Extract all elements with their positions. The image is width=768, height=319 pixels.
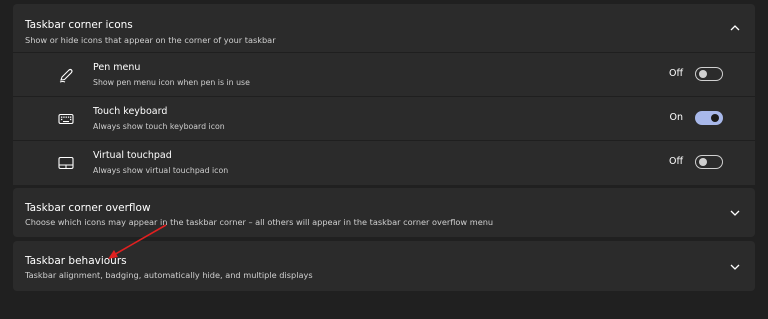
touch-keyboard-toggle[interactable]: [695, 111, 723, 125]
section-title: Taskbar behaviours: [25, 255, 127, 267]
chevron-down-icon[interactable]: [729, 207, 741, 219]
taskbar-corner-icons-header[interactable]: Taskbar corner icons Show or hide icons …: [13, 4, 755, 52]
virtual-touchpad-toggle[interactable]: [695, 155, 723, 169]
toggle-knob: [711, 114, 719, 122]
taskbar-corner-icons-section: Taskbar corner icons Show or hide icons …: [13, 4, 755, 185]
section-subtitle: Show or hide icons that appear on the co…: [25, 35, 276, 45]
touchpad-icon: [58, 156, 74, 170]
setting-row-virtual-touchpad: Virtual touchpad Always show virtual tou…: [13, 140, 755, 185]
setting-subtitle: Show pen menu icon when pen is in use: [93, 78, 250, 87]
setting-title: Touch keyboard: [93, 106, 168, 117]
toggle-state-label: Off: [668, 68, 683, 79]
setting-title: Pen menu: [93, 62, 141, 73]
setting-row-touch-keyboard: Touch keyboard Always show touch keyboar…: [13, 96, 755, 141]
section-title: Taskbar corner overflow: [25, 202, 151, 214]
pen-icon: [59, 68, 73, 83]
section-title: Taskbar corner icons: [25, 19, 133, 31]
toggle-state-label: Off: [668, 156, 683, 167]
keyboard-icon: [58, 113, 74, 125]
setting-subtitle: Always show virtual touchpad icon: [93, 166, 229, 175]
toggle-knob: [699, 70, 707, 78]
section-subtitle: Choose which icons may appear in the tas…: [25, 217, 494, 227]
toggle-knob: [699, 158, 707, 166]
chevron-up-icon[interactable]: [729, 22, 741, 34]
taskbar-corner-overflow-section[interactable]: Taskbar corner overflow Choose which ico…: [13, 188, 755, 237]
chevron-down-icon[interactable]: [729, 261, 741, 273]
taskbar-behaviours-section[interactable]: Taskbar behaviours Taskbar alignment, ba…: [13, 241, 755, 291]
setting-subtitle: Always show touch keyboard icon: [93, 122, 225, 131]
section-subtitle: Taskbar alignment, badging, automaticall…: [25, 270, 313, 280]
toggle-state-label: On: [669, 112, 684, 123]
setting-title: Virtual touchpad: [93, 150, 172, 161]
setting-row-pen-menu: Pen menu Show pen menu icon when pen is …: [13, 52, 755, 97]
pen-menu-toggle[interactable]: [695, 67, 723, 81]
